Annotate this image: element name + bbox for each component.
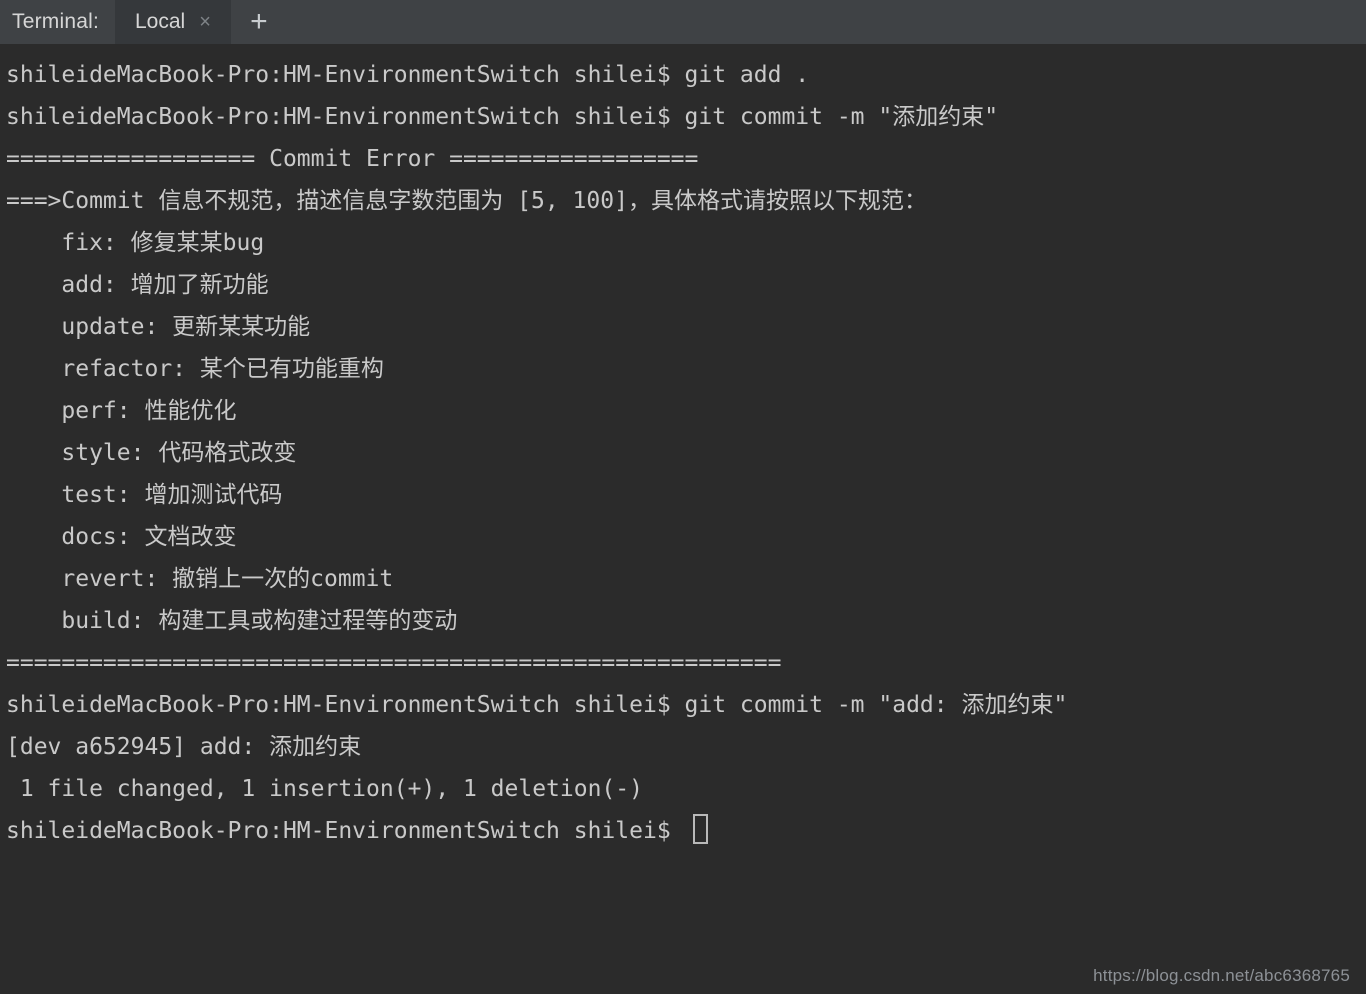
close-icon[interactable]: × [199, 12, 211, 32]
tab-local-label: Local [135, 10, 186, 33]
terminal-line: refactor: 某个已有功能重构 [6, 356, 384, 382]
watermark: https://blog.csdn.net/abc6368765 [1093, 966, 1350, 985]
terminal-line: ================== Commit Error ========… [6, 146, 699, 172]
terminal-line: fix: 修复某某bug [6, 230, 265, 256]
terminal-line: 1 file changed, 1 insertion(+), 1 deleti… [6, 776, 643, 802]
terminal-prompt-text: shileideMacBook-Pro:HM-EnvironmentSwitch… [6, 818, 685, 844]
terminal-line: add: 增加了新功能 [6, 272, 269, 298]
terminal-tab-bar: Terminal: Local × + [0, 0, 1366, 46]
terminal-line: shileideMacBook-Pro:HM-EnvironmentSwitch… [6, 62, 810, 88]
terminal-line: shileideMacBook-Pro:HM-EnvironmentSwitch… [6, 692, 1068, 718]
terminal-line: ===>Commit 信息不规范，描述信息字数范围为 [5, 100]，具体格式… [6, 188, 927, 214]
terminal-line: test: 增加测试代码 [6, 482, 283, 508]
terminal-line: perf: 性能优化 [6, 398, 237, 424]
terminal-line: style: 代码格式改变 [6, 440, 297, 466]
terminal-line: shileideMacBook-Pro:HM-EnvironmentSwitch… [6, 104, 999, 130]
text-cursor[interactable] [692, 814, 708, 844]
terminal-line: build: 构建工具或构建过程等的变动 [6, 608, 458, 634]
terminal-line: ========================================… [6, 650, 782, 676]
terminal-prompt-line: shileideMacBook-Pro:HM-EnvironmentSwitch… [0, 810, 1366, 852]
terminal-line: docs: 文档改变 [6, 524, 237, 550]
terminal-line: update: 更新某某功能 [6, 314, 311, 340]
plus-icon[interactable]: + [230, 0, 287, 44]
tab-local[interactable]: Local × [115, 0, 231, 44]
terminal-panel-label: Terminal: [0, 0, 115, 44]
terminal-line: revert: 撤销上一次的commit [6, 566, 394, 592]
terminal-output[interactable]: shileideMacBook-Pro:HM-EnvironmentSwitch… [0, 46, 1366, 994]
terminal-line: [dev a652945] add: 添加约束 [6, 734, 362, 760]
